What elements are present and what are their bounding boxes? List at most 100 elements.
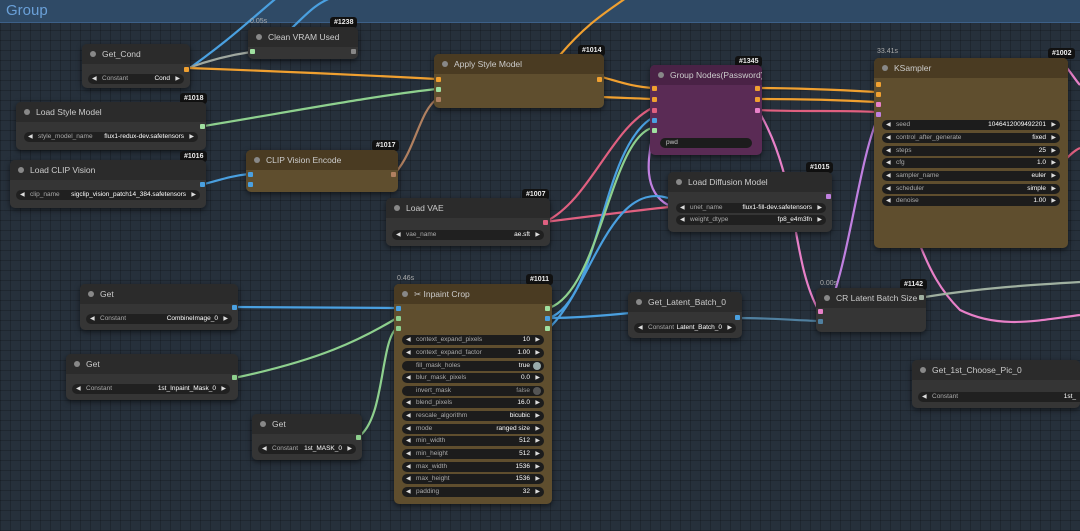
arrow-right-icon[interactable]: ▶ [1051,146,1056,156]
rescale-algorithm-combo[interactable]: ◀ rescale_algorithm bicubic ▶ [402,411,544,421]
arrow-right-icon[interactable]: ▶ [1051,120,1056,130]
node-load-style-model[interactable]: Load Style Model ◀ style_model_name flux… [16,102,206,150]
output-slot[interactable] [356,435,361,440]
node-get-mask[interactable]: Get ◀ Constant 1st_MASK_0 ▶ [252,414,362,460]
output-slot[interactable] [351,49,356,54]
arrow-right-icon[interactable]: ▶ [535,436,540,446]
arrow-left-icon[interactable]: ◀ [406,348,411,358]
arrow-right-icon[interactable]: ▶ [189,132,194,142]
node-header[interactable]: Get [252,414,362,434]
circle-dot-icon[interactable] [920,367,926,373]
arrow-left-icon[interactable]: ◀ [638,323,643,333]
node-get-combine-image[interactable]: Get ◀ Constant CombineImage_0 ▶ [80,284,238,330]
node-header[interactable]: Get_1st_Choose_Pic_0 [912,360,1080,380]
node-header[interactable]: Clean VRAM Used [248,27,358,47]
output-slot[interactable] [232,375,237,380]
node-inpaint-crop[interactable]: ✂ Inpaint Crop ◀ context_expand_pixels 10 ▶… [394,284,552,504]
fill-mask-holes-toggle[interactable]: fill_mask_holes true [402,361,544,371]
node-header[interactable]: Get [66,354,238,374]
node-group-password[interactable]: Group Nodes(Password) pwd [650,65,762,155]
output-slot[interactable] [826,194,831,199]
max-width-field[interactable]: ◀ max_width 1536 ▶ [402,462,544,472]
invert-mask-toggle[interactable]: invert_mask false [402,386,544,396]
password-field[interactable]: pwd [660,138,752,148]
arrow-left-icon[interactable]: ◀ [886,196,891,206]
arrow-left-icon[interactable]: ◀ [886,120,891,130]
node-load-diffusion-model[interactable]: Load Diffusion Model ◀ unet_name flux1-fil… [668,172,832,232]
arrow-left-icon[interactable]: ◀ [886,133,891,143]
arrow-left-icon[interactable]: ◀ [406,487,411,497]
circle-dot-icon[interactable] [24,109,30,115]
circle-dot-icon[interactable] [254,157,260,163]
padding-field[interactable]: ◀ padding 32 ▶ [402,487,544,497]
arrow-left-icon[interactable]: ◀ [406,474,411,484]
weight-dtype-combo[interactable]: ◀ weight_dtype fp8_e4m3fn ▶ [676,215,826,225]
arrow-left-icon[interactable]: ◀ [76,384,81,394]
node-get-cond[interactable]: Get_Cond ◀ Constant Cond ▶ [82,44,190,88]
context-expand-pixels-field[interactable]: ◀ context_expand_pixels 10 ▶ [402,335,544,345]
circle-dot-icon[interactable] [256,34,262,40]
arrow-right-icon[interactable]: ▶ [535,449,540,459]
input-slot[interactable] [396,316,401,321]
constant-combo[interactable]: ◀ Constant CombineImage_0 ▶ [86,314,232,324]
arrow-right-icon[interactable]: ▶ [1051,196,1056,206]
arrow-right-icon[interactable]: ▶ [1051,133,1056,143]
circle-dot-icon[interactable] [636,299,642,305]
context-expand-factor-field[interactable]: ◀ context_expand_factor 1.00 ▶ [402,348,544,358]
input-slot[interactable] [652,97,657,102]
input-slot[interactable] [652,86,657,91]
node-load-clip-vision[interactable]: Load CLIP Vision ◀ clip_name sigclip_vis… [10,160,206,208]
node-header[interactable]: CLIP Vision Encode [246,150,398,170]
arrow-right-icon[interactable]: ▶ [535,474,540,484]
blend-pixels-field[interactable]: ◀ blend_pixels 16.0 ▶ [402,398,544,408]
arrow-right-icon[interactable]: ▶ [1051,171,1056,181]
node-header[interactable]: CR Latent Batch Size [816,288,926,308]
constant-combo[interactable]: ◀ Constant 1st_MASK_0 ▶ [258,444,356,454]
arrow-left-icon[interactable]: ◀ [680,203,685,213]
arrow-left-icon[interactable]: ◀ [20,190,25,200]
output-slot[interactable] [755,108,760,113]
control-after-generate-combo[interactable]: ◀ control_after_generate fixed ▶ [882,133,1060,143]
input-slot[interactable] [876,92,881,97]
input-slot[interactable] [396,326,401,331]
circle-dot-icon[interactable] [18,167,24,173]
arrow-left-icon[interactable]: ◀ [886,184,891,194]
input-slot[interactable] [396,306,401,311]
node-clip-vision-encode[interactable]: CLIP Vision Encode [246,150,398,192]
arrow-right-icon[interactable]: ▶ [175,74,180,84]
arrow-right-icon[interactable]: ▶ [817,203,822,213]
input-slot[interactable] [436,77,441,82]
arrow-right-icon[interactable]: ▶ [535,411,540,421]
min-height-field[interactable]: ◀ min_height 512 ▶ [402,449,544,459]
arrow-left-icon[interactable]: ◀ [406,335,411,345]
arrow-right-icon[interactable]: ▶ [535,373,540,383]
node-apply-style-model[interactable]: Apply Style Model [434,54,604,108]
node-get-inpaint-mask[interactable]: Get ◀ Constant 1st_Inpaint_Mask_0 ▶ [66,354,238,400]
input-slot[interactable] [876,82,881,87]
mode-combo[interactable]: ◀ mode ranged size ▶ [402,424,544,434]
arrow-right-icon[interactable]: ▶ [535,487,540,497]
node-header[interactable]: ✂ Inpaint Crop [394,284,552,304]
input-slot[interactable] [876,102,881,107]
arrow-left-icon[interactable]: ◀ [886,158,891,168]
arrow-right-icon[interactable]: ▶ [347,444,352,454]
node-cr-latent-batch-size[interactable]: CR Latent Batch Size [816,288,926,332]
output-slot[interactable] [755,86,760,91]
style-model-combo[interactable]: ◀ style_model_name flux1-redux-dev.safet… [24,132,198,142]
circle-dot-icon[interactable] [824,295,830,301]
output-slot[interactable] [184,67,189,72]
node-clean-vram[interactable]: Clean VRAM Used [248,27,358,59]
output-slot[interactable] [545,316,550,321]
arrow-right-icon[interactable]: ▶ [535,462,540,472]
arrow-left-icon[interactable]: ◀ [406,373,411,383]
arrow-left-icon[interactable]: ◀ [92,74,97,84]
input-slot[interactable] [652,118,657,123]
constant-combo[interactable]: ◀ Constant 1st_Inpaint_Mask_0 ▶ [72,384,230,394]
arrow-right-icon[interactable]: ▶ [535,348,540,358]
arrow-right-icon[interactable]: ▶ [191,190,196,200]
arrow-right-icon[interactable]: ▶ [535,335,540,345]
node-header[interactable]: KSampler [874,58,1068,78]
circle-dot-icon[interactable] [442,61,448,67]
output-slot[interactable] [919,295,924,300]
arrow-left-icon[interactable]: ◀ [406,424,411,434]
